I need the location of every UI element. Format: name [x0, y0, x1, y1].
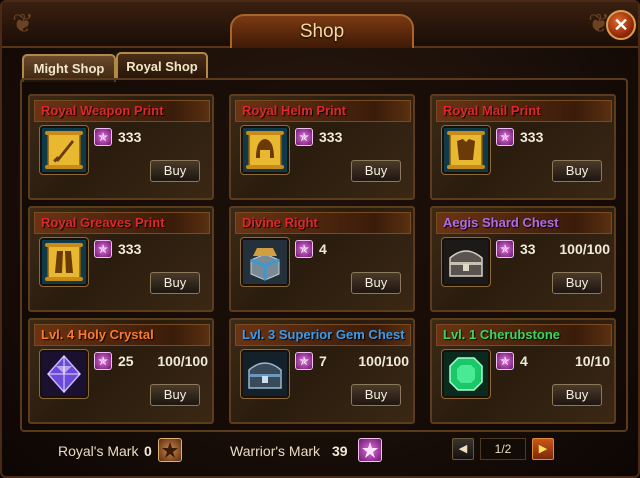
chevron-left-icon: ◀: [458, 443, 468, 455]
mail-scroll-icon[interactable]: [441, 125, 491, 175]
warriors-mark-icon: ✯: [94, 352, 112, 370]
warriors-mark-icon: ✯: [496, 352, 514, 370]
shop-item-card: Aegis Shard Chest ✯ 33 100/100 Buy: [430, 206, 616, 312]
shop-window: ❦ ❦ Shop ✕ Might Shop Royal Shop Royal's…: [0, 0, 640, 478]
footer: Royal's Mark 0 Warrior's Mark 39 ◀ 1/2 ▶: [2, 434, 638, 474]
buy-button[interactable]: Buy: [150, 384, 200, 406]
warriors-mark-icon: ✯: [94, 240, 112, 258]
shop-item-card: Royal Greaves Print ✯ 333 Buy: [28, 206, 214, 312]
close-icon: ✕: [613, 15, 629, 35]
royals-mark-value: 0: [144, 443, 152, 459]
prev-page-button[interactable]: ◀: [452, 438, 474, 460]
warriors-mark-icon: ✯: [496, 128, 514, 146]
item-name: Aegis Shard Chest: [443, 215, 559, 230]
page-label: 1/2: [494, 442, 512, 456]
item-title-bar: Royal Greaves Print: [34, 212, 210, 234]
shop-item-card: Divine Right ✯ 4 Buy: [229, 206, 415, 312]
item-title-bar: Royal Mail Print: [436, 100, 612, 122]
royals-mark-icon: [158, 438, 182, 462]
tab-label: Royal Shop: [126, 59, 198, 74]
warriors-mark-label: Warrior's Mark: [230, 443, 321, 459]
item-name: Royal Weapon Print: [41, 103, 164, 118]
warriors-mark-icon: ✯: [295, 240, 313, 258]
buy-button[interactable]: Buy: [552, 384, 602, 406]
item-stock: 10/10: [574, 353, 610, 369]
title-bar: ❦ ❦ Shop ✕: [2, 2, 638, 48]
item-price: 333: [520, 129, 544, 145]
holy-crystal-icon[interactable]: [39, 349, 89, 399]
item-name: Lvl. 1 Cherubstone: [443, 327, 561, 342]
item-name: Lvl. 4 Holy Crystal: [41, 327, 154, 342]
warriors-mark-icon: [358, 438, 382, 462]
item-name: Lvl. 3 Superior Gem Chest: [242, 327, 405, 342]
item-price: 33: [520, 241, 536, 257]
buy-button[interactable]: Buy: [351, 272, 401, 294]
warriors-mark-icon: ✯: [496, 240, 514, 258]
item-price: 333: [118, 241, 142, 257]
weapon-scroll-icon[interactable]: [39, 125, 89, 175]
shop-item-card: Royal Helm Print ✯ 333 Buy: [229, 94, 415, 200]
shop-item-card: Lvl. 4 Holy Crystal ✯ 25 100/100 Buy: [28, 318, 214, 424]
close-button[interactable]: ✕: [606, 10, 636, 40]
item-price: 7: [319, 353, 327, 369]
item-price: 333: [118, 129, 142, 145]
buy-button[interactable]: Buy: [150, 272, 200, 294]
buy-button[interactable]: Buy: [552, 272, 602, 294]
warriors-mark-icon: ✯: [295, 352, 313, 370]
next-page-button[interactable]: ▶: [532, 438, 554, 460]
item-price: 333: [319, 129, 343, 145]
item-name: Divine Right: [242, 215, 318, 230]
item-title-bar: Lvl. 3 Superior Gem Chest: [235, 324, 411, 346]
title-plate: Shop: [230, 14, 414, 48]
royals-mark-label: Royal's Mark: [58, 443, 139, 459]
item-title-bar: Divine Right: [235, 212, 411, 234]
left-ornament-icon: ❦: [12, 8, 34, 38]
gem-chest-icon[interactable]: [240, 349, 290, 399]
aegis-chest-icon[interactable]: [441, 237, 491, 287]
item-stock: 100/100: [358, 353, 409, 369]
window-title: Shop: [299, 21, 345, 42]
buy-button[interactable]: Buy: [150, 160, 200, 182]
item-price: 25: [118, 353, 134, 369]
item-title-bar: Lvl. 1 Cherubstone: [436, 324, 612, 346]
greaves-scroll-icon[interactable]: [39, 237, 89, 287]
item-title-bar: Lvl. 4 Holy Crystal: [34, 324, 210, 346]
item-title-bar: Royal Helm Print: [235, 100, 411, 122]
tab-label: Might Shop: [33, 61, 105, 76]
item-price: 4: [319, 241, 327, 257]
warriors-mark-value: 39: [332, 443, 348, 459]
shop-item-card: Lvl. 1 Cherubstone ✯ 4 10/10 Buy: [430, 318, 616, 424]
item-title-bar: Aegis Shard Chest: [436, 212, 612, 234]
shop-item-card: Lvl. 3 Superior Gem Chest ✯ 7 100/100 Bu…: [229, 318, 415, 424]
buy-button[interactable]: Buy: [351, 384, 401, 406]
chevron-right-icon: ▶: [538, 443, 548, 455]
buy-button[interactable]: Buy: [351, 160, 401, 182]
item-name: Royal Mail Print: [443, 103, 541, 118]
item-name: Royal Helm Print: [242, 103, 347, 118]
shop-item-card: Royal Weapon Print ✯ 333 Buy: [28, 94, 214, 200]
helm-scroll-icon[interactable]: [240, 125, 290, 175]
item-title-bar: Royal Weapon Print: [34, 100, 210, 122]
buy-button[interactable]: Buy: [552, 160, 602, 182]
page-indicator: 1/2: [480, 438, 526, 460]
item-stock: 100/100: [157, 353, 208, 369]
item-name: Royal Greaves Print: [41, 215, 165, 230]
item-price: 4: [520, 353, 528, 369]
warriors-mark-icon: ✯: [295, 128, 313, 146]
item-stock: 100/100: [559, 241, 610, 257]
shop-item-card: Royal Mail Print ✯ 333 Buy: [430, 94, 616, 200]
cherubstone-icon[interactable]: [441, 349, 491, 399]
tab-royal-shop[interactable]: Royal Shop: [116, 52, 208, 80]
warriors-mark-icon: ✯: [94, 128, 112, 146]
divine-right-box-icon[interactable]: [240, 237, 290, 287]
